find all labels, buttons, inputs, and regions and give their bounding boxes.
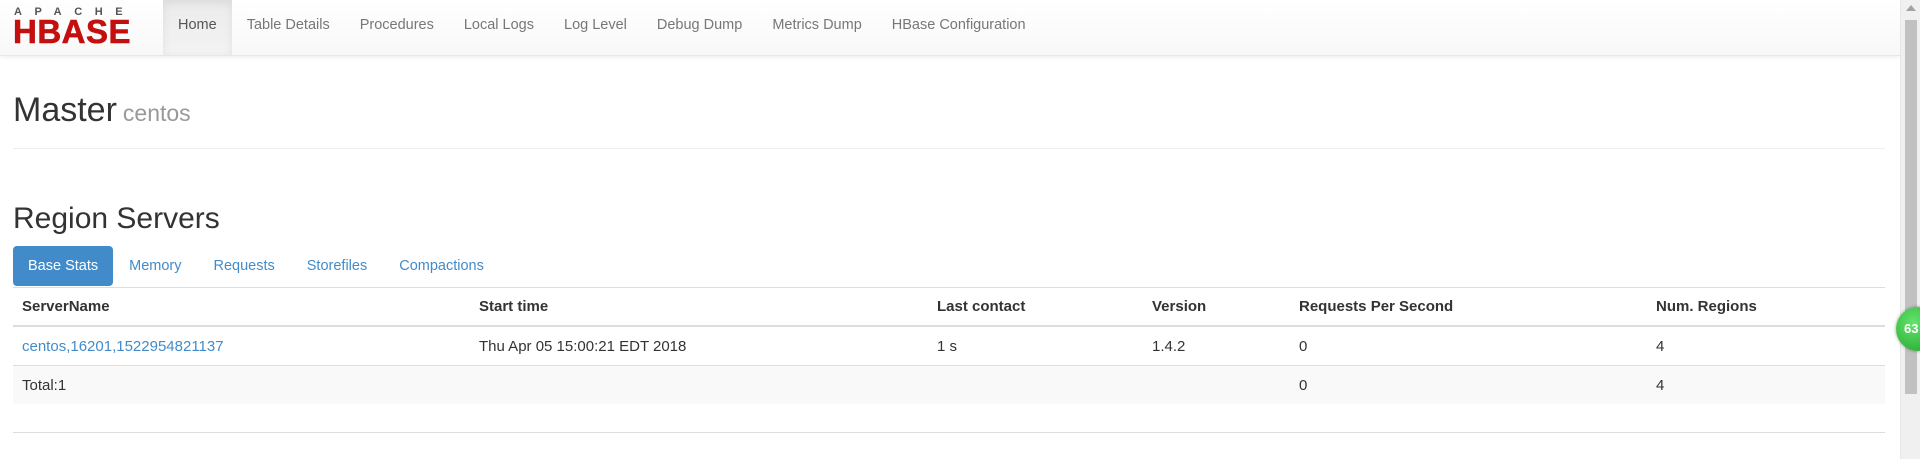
scroll-up-arrow-icon[interactable]: [1906, 5, 1916, 11]
total-empty-cell: [1143, 365, 1290, 404]
nav-metrics-dump[interactable]: Metrics Dump: [757, 0, 876, 55]
tab-memory[interactable]: Memory: [113, 246, 197, 286]
page-title-text: Master: [13, 91, 117, 129]
cell-requests-per-second: 0: [1290, 325, 1647, 366]
total-regions: 4: [1647, 365, 1885, 404]
total-row: Total:1 0 4: [13, 365, 1885, 404]
total-empty-cell: [470, 365, 928, 404]
cell-num-regions: 4: [1647, 325, 1885, 366]
column-header-version[interactable]: Version: [1143, 287, 1290, 327]
column-header-num-regions[interactable]: Num. Regions: [1647, 287, 1885, 327]
cell-version: 1.4.2: [1143, 325, 1290, 366]
total-label: Total:1: [13, 365, 470, 404]
table-header-row: ServerName Start time Last contact Versi…: [13, 287, 1885, 327]
page-header: Master centos: [13, 88, 1885, 149]
region-servers-table: ServerName Start time Last contact Versi…: [13, 287, 1885, 404]
column-header-start-time[interactable]: Start time: [470, 287, 928, 327]
page-title: Master centos: [13, 88, 1885, 135]
cell-start-time: Thu Apr 05 15:00:21 EDT 2018: [470, 325, 928, 366]
nav-local-logs[interactable]: Local Logs: [449, 0, 549, 55]
total-empty-cell: [928, 365, 1143, 404]
column-header-last-contact[interactable]: Last contact: [928, 287, 1143, 327]
nav-home[interactable]: Home: [163, 0, 232, 55]
nav-table-details[interactable]: Table Details: [232, 0, 345, 55]
region-servers-tabs: Base Stats Memory Requests Storefiles Co…: [13, 246, 500, 286]
tab-base-stats[interactable]: Base Stats: [13, 246, 114, 286]
logo-hbase-text: HBASE: [13, 13, 132, 50]
main-nav: Home Table Details Procedures Local Logs…: [163, 0, 1041, 55]
tab-storefiles[interactable]: Storefiles: [291, 246, 383, 286]
nav-log-level[interactable]: Log Level: [549, 0, 642, 55]
nav-hbase-configuration[interactable]: HBase Configuration: [877, 0, 1041, 55]
server-link[interactable]: centos,16201,1522954821137: [22, 338, 224, 355]
region-servers-title: Region Servers: [13, 202, 220, 235]
total-requests: 0: [1290, 365, 1647, 404]
nav-procedures[interactable]: Procedures: [345, 0, 449, 55]
hbase-logo[interactable]: APACHE HBASE: [13, 6, 151, 48]
column-header-requests-per-second[interactable]: Requests Per Second: [1290, 287, 1647, 327]
column-header-servername[interactable]: ServerName: [13, 287, 470, 327]
vertical-scrollbar[interactable]: [1900, 0, 1920, 459]
tab-requests[interactable]: Requests: [198, 246, 291, 286]
nav-debug-dump[interactable]: Debug Dump: [642, 0, 757, 55]
cell-last-contact: 1 s: [928, 325, 1143, 366]
top-navbar: APACHE HBASE Home Table Details Procedur…: [0, 0, 1900, 56]
page-subtitle: centos: [122, 100, 191, 126]
section-divider: [13, 432, 1885, 433]
cell-servername: centos,16201,1522954821137: [13, 325, 470, 366]
tab-compactions[interactable]: Compactions: [383, 246, 500, 286]
table-row: centos,16201,1522954821137 Thu Apr 05 15…: [13, 325, 1885, 366]
